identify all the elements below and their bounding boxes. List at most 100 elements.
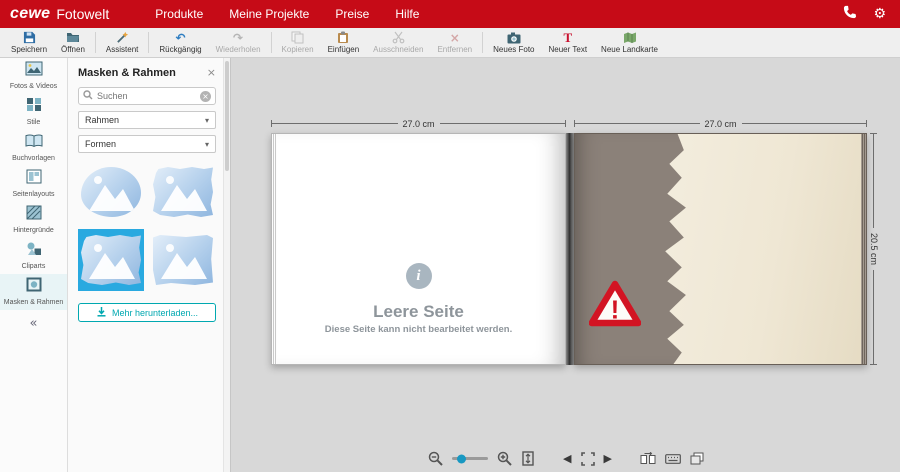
new-photo-button[interactable]: Neues Foto — [486, 28, 541, 57]
chevron-down-icon: ▾ — [205, 116, 209, 125]
styles-icon — [26, 97, 42, 117]
zoom-slider-handle[interactable] — [457, 454, 466, 463]
search-input[interactable] — [97, 91, 196, 101]
mask-preview-image — [153, 167, 213, 217]
map-icon — [623, 31, 637, 44]
undo-label: Rückgängig — [159, 45, 201, 54]
mask-thumb-circle[interactable] — [78, 161, 144, 223]
delete-label: Entfernen — [437, 45, 472, 54]
book-spine — [566, 133, 574, 365]
sidebar-item-cliparts[interactable]: Cliparts — [0, 238, 67, 274]
fit-to-page-button[interactable] — [521, 451, 535, 466]
save-button[interactable]: Speichern — [4, 28, 54, 57]
sidebar-item-stile[interactable]: Stile — [0, 94, 67, 130]
sidebar-label: Stile — [27, 119, 41, 127]
sidebar-item-masken-rahmen[interactable]: Masken & Rahmen — [0, 274, 67, 310]
main-toolbar: Speichern Öffnen Assistent ↶ Rückgängig … — [0, 28, 900, 58]
zoom-out-button[interactable] — [428, 451, 443, 466]
menu-produkte[interactable]: Produkte — [155, 7, 203, 21]
redo-button: ↷ Wiederholen — [209, 28, 268, 57]
copy-button: Kopieren — [275, 28, 321, 57]
panel-scrollbar[interactable] — [223, 58, 230, 472]
new-map-button[interactable]: Neue Landkarte — [594, 28, 665, 57]
masks-frames-icon — [26, 277, 42, 297]
next-page-button[interactable]: ▶ — [604, 453, 612, 464]
book-template-icon — [25, 134, 43, 153]
clear-search-icon[interactable]: × — [200, 91, 211, 102]
canvas-bottom-bar: ◀ ▶ — [232, 451, 900, 466]
download-icon — [96, 306, 107, 319]
menu-preise[interactable]: Preise — [335, 7, 369, 21]
toolbar-separator — [482, 32, 483, 53]
menu-meine-projekte[interactable]: Meine Projekte — [229, 7, 309, 21]
search-box: × — [78, 87, 216, 105]
search-icon — [83, 87, 93, 105]
sidebar-label: Fotos & Videos — [10, 83, 57, 91]
reorder-pages-button[interactable] — [640, 452, 656, 465]
mask-thumb-torn-edge-selected[interactable] — [78, 229, 144, 291]
zoom-in-button[interactable] — [497, 451, 512, 466]
backgrounds-icon — [26, 205, 42, 225]
new-text-label: Neuer Text — [549, 45, 588, 54]
photos-icon — [25, 61, 43, 81]
sidebar-item-hintergruende[interactable]: Hintergründe — [0, 202, 67, 238]
gear-icon[interactable]: ⚙ — [873, 7, 886, 21]
mask-preview-image — [81, 167, 141, 217]
wand-icon — [116, 31, 129, 44]
save-icon — [23, 31, 36, 44]
mask-preview-image — [81, 235, 141, 285]
brand-name: Fotowelt — [56, 6, 109, 22]
warning-triangle-icon: ! — [589, 280, 641, 332]
sidebar-item-fotos-videos[interactable]: Fotos & Videos — [0, 58, 67, 94]
close-icon[interactable]: × — [207, 66, 216, 79]
svg-text:!: ! — [611, 294, 620, 324]
page-layout-icon — [26, 169, 42, 189]
pages-overview-button[interactable] — [690, 452, 704, 465]
assistant-button[interactable]: Assistent — [99, 28, 145, 57]
menu-hilfe[interactable]: Hilfe — [395, 7, 419, 21]
phone-icon[interactable] — [843, 5, 857, 24]
sidebar-label: Buchvorlagen — [12, 155, 55, 163]
zoom-slider[interactable] — [452, 457, 488, 460]
masks-frames-panel: Masken & Rahmen × × Rahmen ▾ Formen ▾ — [68, 58, 231, 472]
redo-label: Wiederholen — [216, 45, 261, 54]
toolbar-separator — [95, 32, 96, 53]
toolbar-separator — [271, 32, 272, 53]
panel-header: Masken & Rahmen × — [78, 66, 216, 79]
panel-scrollbar-thumb[interactable] — [225, 61, 229, 171]
new-map-label: Neue Landkarte — [601, 45, 658, 54]
delete-button: × Entfernen — [430, 28, 479, 57]
empty-page-subtitle: Diese Seite kann nicht bearbeitet werden… — [272, 324, 565, 335]
undo-button[interactable]: ↶ Rückgängig — [152, 28, 208, 57]
copy-label: Kopieren — [282, 45, 314, 54]
mask-thumb-rough-rect[interactable] — [150, 229, 216, 291]
open-label: Öffnen — [61, 45, 85, 54]
download-more-button[interactable]: Mehr herunterladen... — [78, 303, 216, 322]
app-header: cewe Fotowelt Produkte Meine Projekte Pr… — [0, 0, 900, 28]
open-folder-icon — [66, 31, 80, 44]
delete-x-icon: × — [450, 31, 460, 44]
empty-page-title: Leere Seite — [272, 302, 565, 322]
right-book-page: ! — [574, 133, 867, 365]
torn-paper-background — [659, 134, 866, 364]
fullscreen-button[interactable] — [581, 452, 595, 466]
tool-sidebar: Fotos & Videos Stile Buchvorlagen Seiten… — [0, 58, 68, 472]
new-text-button[interactable]: T Neuer Text — [542, 28, 595, 57]
sidebar-collapse-button[interactable]: « — [0, 316, 67, 331]
sidebar-item-seitenlayouts[interactable]: Seitenlayouts — [0, 166, 67, 202]
cliparts-icon — [26, 241, 42, 261]
cut-label: Ausschneiden — [373, 45, 423, 54]
mask-thumb-torn-edge[interactable] — [150, 161, 216, 223]
shapes-dropdown[interactable]: Formen ▾ — [78, 135, 216, 153]
previous-page-button[interactable]: ◀ — [563, 453, 571, 464]
paste-button[interactable]: Einfügen — [321, 28, 367, 57]
main-menu: Produkte Meine Projekte Preise Hilfe — [155, 7, 419, 21]
frames-dropdown[interactable]: Rahmen ▾ — [78, 111, 216, 129]
chevron-down-icon: ▾ — [205, 140, 209, 149]
keyboard-shortcuts-button[interactable] — [665, 454, 681, 464]
mask-thumbnail-grid — [78, 161, 216, 291]
left-book-page: i Leere Seite Diese Seite kann nicht bea… — [271, 133, 566, 365]
open-button[interactable]: Öffnen — [54, 28, 92, 57]
sidebar-item-buchvorlagen[interactable]: Buchvorlagen — [0, 130, 67, 166]
editor-canvas: 27.0 cm 27.0 cm 20.5 cm i Leere Seite Di… — [232, 58, 900, 472]
